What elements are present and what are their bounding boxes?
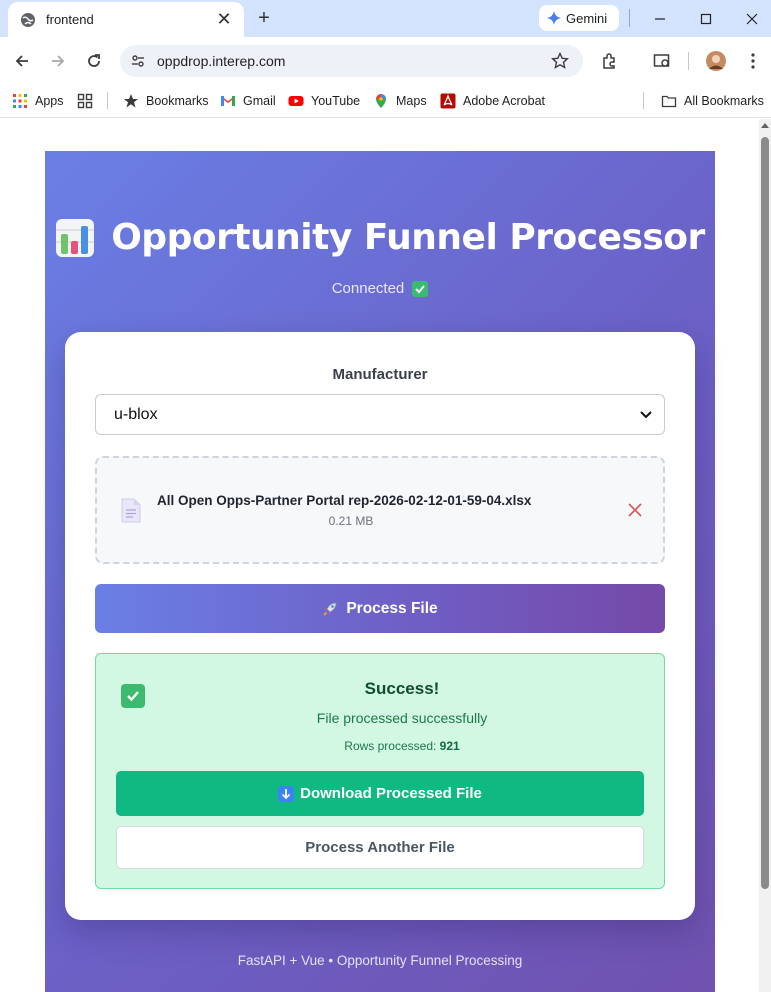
address-bar[interactable]: oppdrop.interep.com bbox=[120, 45, 583, 77]
page-viewport: Opportunity Funnel Processor Connected M… bbox=[0, 119, 771, 992]
tab-title: frontend bbox=[46, 12, 94, 27]
gemini-label: Gemini bbox=[566, 10, 608, 26]
tab-search-button[interactable] bbox=[650, 49, 674, 73]
bookmark-maps-label: Maps bbox=[396, 94, 427, 108]
process-file-button[interactable]: Process File bbox=[95, 584, 665, 633]
profile-avatar[interactable] bbox=[704, 49, 728, 73]
rocket-icon bbox=[323, 602, 337, 616]
menu-button[interactable] bbox=[741, 49, 765, 73]
folder-icon bbox=[661, 95, 677, 108]
toolbar-divider bbox=[688, 52, 689, 70]
bar-chart-icon bbox=[56, 218, 95, 257]
file-dropzone[interactable]: All Open Opps-Partner Portal rep-2026-02… bbox=[95, 456, 665, 564]
arrow-right-icon bbox=[52, 55, 65, 67]
maximize-button[interactable] bbox=[683, 0, 729, 37]
bookmarks-bar: Apps Bookmarks Gmail YouTube Maps Adobe … bbox=[0, 84, 771, 118]
close-tab-icon[interactable]: ✕ bbox=[214, 9, 234, 30]
bookmark-bookmarks[interactable]: Bookmarks bbox=[123, 90, 209, 112]
maps-pin-icon bbox=[376, 94, 386, 108]
star-icon bbox=[124, 94, 138, 108]
file-size: 0.21 MB bbox=[328, 514, 374, 528]
close-icon bbox=[746, 13, 758, 24]
youtube-icon bbox=[288, 96, 304, 106]
extensions-button[interactable] bbox=[598, 49, 622, 73]
manufacturer-label: Manufacturer bbox=[332, 366, 428, 383]
minimize-icon bbox=[655, 17, 665, 20]
arrow-left-icon bbox=[15, 55, 28, 67]
bookmark-maps[interactable]: Maps bbox=[373, 90, 427, 112]
scrollbar-thumb[interactable] bbox=[761, 137, 769, 889]
window-controls-divider bbox=[629, 9, 630, 27]
star-icon[interactable] bbox=[551, 52, 569, 70]
bookmark-apps-label: Apps bbox=[35, 94, 64, 108]
more-vert-icon bbox=[751, 53, 755, 69]
rows-processed: Rows processed: 921 bbox=[96, 739, 708, 753]
remove-file-close-icon[interactable] bbox=[627, 502, 643, 518]
success-panel: Success! File processed successfully Row… bbox=[95, 653, 665, 889]
manufacturer-selected-value: u-blox bbox=[114, 405, 158, 423]
upload-card: Manufacturer u-blox All Open Opps-Partne… bbox=[65, 332, 695, 920]
app-container: Opportunity Funnel Processor Connected M… bbox=[45, 151, 715, 992]
reload-button[interactable] bbox=[82, 49, 106, 73]
maximize-icon bbox=[700, 13, 712, 24]
tab-groups-button[interactable] bbox=[77, 90, 100, 112]
url-text: oppdrop.interep.com bbox=[157, 53, 286, 69]
down-arrow-icon bbox=[278, 785, 295, 802]
page-scrollbar[interactable] bbox=[759, 119, 771, 992]
download-label: Download Processed File bbox=[300, 785, 482, 802]
tab-search-icon bbox=[653, 54, 670, 67]
check-mark-button-icon bbox=[412, 280, 429, 297]
success-title: Success! bbox=[364, 679, 440, 698]
close-window-button[interactable] bbox=[729, 0, 771, 37]
bookmark-adobe-acrobat[interactable]: Adobe Acrobat bbox=[440, 90, 545, 112]
file-name: All Open Opps-Partner Portal rep-2026-02… bbox=[157, 493, 532, 508]
site-info-icon bbox=[132, 55, 144, 67]
grid-icon bbox=[77, 93, 93, 109]
back-button[interactable] bbox=[10, 49, 34, 73]
page-title-text: Opportunity Funnel Processor bbox=[111, 217, 705, 258]
rows-processed-value: 921 bbox=[439, 739, 460, 753]
browser-tab[interactable]: frontend ✕ bbox=[8, 2, 244, 37]
bookmarks-divider bbox=[643, 92, 644, 109]
bookmark-youtube-label: YouTube bbox=[311, 94, 361, 108]
minimize-button[interactable] bbox=[637, 0, 683, 37]
bookmark-gmail[interactable]: Gmail bbox=[220, 90, 276, 112]
process-another-file-button[interactable]: Process Another File bbox=[116, 826, 644, 869]
connection-status: Connected bbox=[45, 280, 715, 297]
bookmark-gmail-label: Gmail bbox=[243, 94, 276, 108]
bookmark-youtube[interactable]: YouTube bbox=[288, 90, 360, 112]
globe-icon bbox=[21, 12, 35, 27]
process-file-label: Process File bbox=[346, 599, 438, 617]
scroll-up-arrow-icon[interactable] bbox=[761, 123, 769, 128]
new-tab-button[interactable]: + bbox=[252, 6, 276, 30]
puzzle-icon bbox=[603, 53, 615, 69]
rows-processed-label: Rows processed: bbox=[344, 739, 437, 753]
download-processed-file-button[interactable]: Download Processed File bbox=[116, 771, 644, 816]
reload-icon bbox=[88, 54, 100, 67]
avatar-icon bbox=[706, 51, 726, 71]
adobe-acrobat-icon bbox=[440, 93, 456, 109]
connection-status-text: Connected bbox=[331, 280, 405, 297]
forward-button[interactable] bbox=[46, 49, 70, 73]
manufacturer-select[interactable]: u-blox bbox=[95, 394, 665, 435]
chevron-down-icon bbox=[640, 410, 652, 418]
bookmarks-divider bbox=[107, 92, 108, 109]
gemini-button[interactable]: Gemini bbox=[539, 5, 619, 31]
bookmark-all-label: All Bookmarks bbox=[684, 94, 764, 108]
page-footer: FastAPI + Vue • Opportunity Funnel Proce… bbox=[237, 953, 523, 968]
bookmark-bookmarks-label: Bookmarks bbox=[146, 94, 209, 108]
bookmark-all-bookmarks[interactable]: All Bookmarks bbox=[661, 90, 764, 112]
bookmark-apps[interactable]: Apps bbox=[12, 90, 64, 112]
bookmark-acrobat-label: Adobe Acrobat bbox=[463, 94, 546, 108]
page-title: Opportunity Funnel Processor bbox=[45, 217, 715, 258]
document-icon bbox=[121, 498, 141, 523]
gemini-sparkle-icon bbox=[547, 11, 561, 25]
success-message: File processed successfully bbox=[316, 710, 488, 726]
apps-grid-icon bbox=[13, 94, 27, 108]
tab-strip: frontend ✕ + Gemini bbox=[0, 0, 771, 37]
gmail-icon bbox=[221, 96, 235, 106]
